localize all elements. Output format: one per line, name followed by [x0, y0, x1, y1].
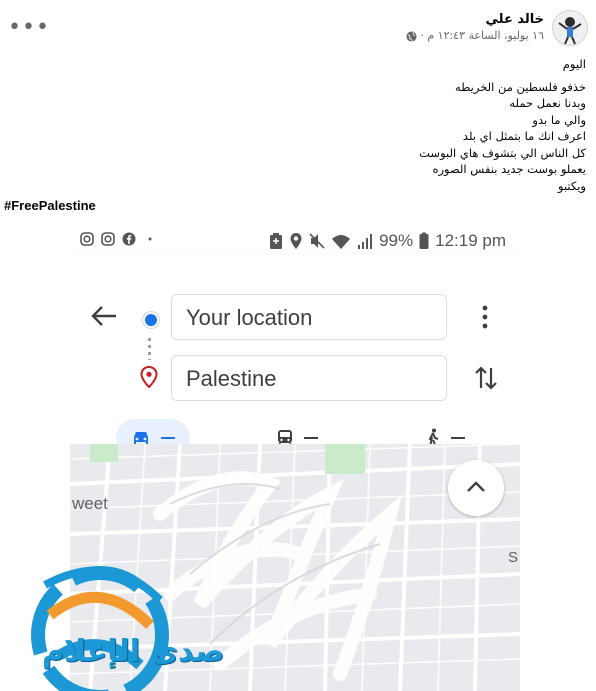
post-line: ويكتبو — [558, 178, 586, 193]
notification-dot-icon — [148, 237, 152, 241]
post-line: اليوم — [562, 57, 586, 71]
post-line: اعرف انك ما بتمثل اي بلد — [462, 129, 586, 143]
post-line: كل الناس الي بتشوف هاي البوست — [419, 145, 586, 160]
post-timestamp[interactable]: ١٦ يوليو، الساعة ١٢:٤٣ م · — [420, 28, 544, 44]
status-time: 12:19 pm — [435, 231, 506, 250]
instagram-icon — [80, 232, 94, 246]
chevron-up-icon — [467, 481, 485, 492]
walking-time-value — [451, 437, 465, 439]
mute-icon — [309, 233, 325, 249]
battery-icon — [419, 232, 429, 249]
post-line: خذفو فلسطين من الخريطه — [455, 79, 586, 94]
post-line: وبدنا نعمل حمله — [509, 96, 586, 110]
origin-dot-icon — [143, 312, 159, 328]
location-icon — [290, 233, 302, 249]
avatar-image — [553, 11, 587, 45]
map-place-label: S — [508, 549, 519, 566]
more-vert-icon[interactable] — [479, 304, 491, 330]
avatar[interactable] — [552, 10, 588, 46]
more-options-button[interactable]: ••• — [8, 17, 50, 39]
post-line: يعملو بوست جديد بنفس الصوره — [432, 162, 586, 176]
origin-input[interactable]: Your location — [171, 294, 447, 340]
post-header: خالد علي ١٦ يوليو، الساعة ١٢:٤٣ م · — [406, 10, 588, 46]
wifi-icon — [332, 235, 351, 249]
phone-status-bar: 99% 12:19 pm — [70, 228, 520, 254]
signal-icon — [358, 234, 373, 249]
post-line: والي ما بدو — [532, 112, 586, 127]
instagram-icon — [101, 232, 115, 246]
facebook-icon — [122, 232, 136, 246]
destination-input[interactable]: Palestine — [171, 355, 447, 401]
post-text: اليوم خذفو فلسطين من الخريطه وبدنا نعمل … — [419, 56, 586, 194]
battery-percent: 99% — [379, 231, 414, 250]
swap-icon[interactable] — [473, 364, 499, 392]
transit-time-value — [304, 437, 318, 439]
watermark-text: صدى الإعلام — [42, 634, 225, 669]
battery-saver-icon — [270, 233, 283, 249]
collapse-panel-button[interactable] — [448, 460, 504, 516]
back-arrow-icon[interactable] — [90, 304, 118, 328]
hashtag-link[interactable]: #FreePalestine — [4, 198, 96, 213]
globe-icon — [406, 30, 417, 42]
author-name[interactable]: خالد علي — [406, 12, 544, 28]
facebook-post: ••• خالد علي ١٦ يوليو، الساعة ١٢:٤٣ م · — [0, 0, 596, 228]
